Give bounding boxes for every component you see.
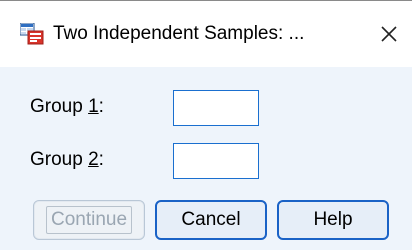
group1-label-suffix: : [98,96,104,117]
close-icon [381,26,397,42]
group2-label-prefix: Group [30,149,89,170]
group2-input[interactable] [173,143,259,179]
help-button[interactable]: Help [277,200,389,240]
title-bar[interactable]: Two Independent Samples: ... [0,1,412,67]
dialog-window: Two Independent Samples: ... Group 1: Gr… [0,0,412,250]
group2-label-suffix: : [98,149,104,170]
close-button[interactable] [374,19,404,49]
group1-input[interactable] [173,90,259,126]
group1-label-mnemonic: 1 [88,96,99,117]
group1-label-prefix: Group [30,96,89,117]
group2-label: Group 2: [30,148,104,172]
continue-button-label: Continue [45,206,133,234]
spss-dialog-icon [19,22,44,45]
group2-label-mnemonic: 2 [88,149,99,170]
window-title: Two Independent Samples: ... [53,23,305,44]
continue-button[interactable]: Continue [33,200,145,240]
cancel-button[interactable]: Cancel [155,200,267,240]
group1-label: Group 1: [30,95,104,119]
